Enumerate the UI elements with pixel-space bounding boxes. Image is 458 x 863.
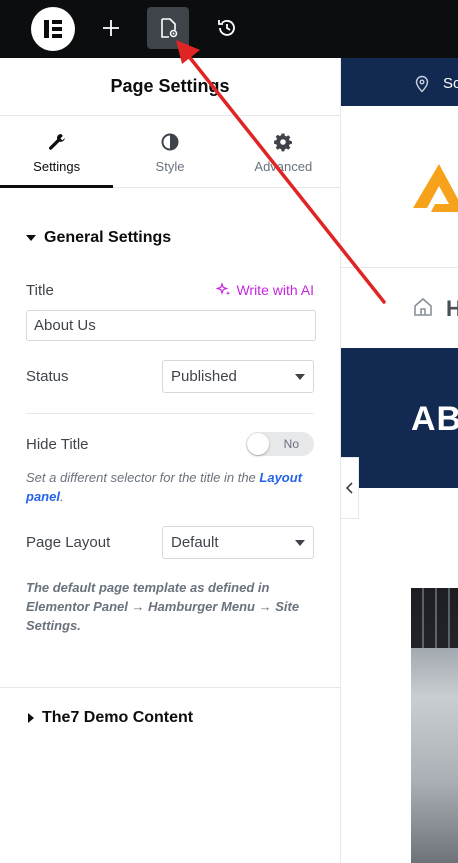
general-settings-toggle[interactable]: General Settings (0, 229, 197, 247)
caret-down-icon (26, 235, 36, 241)
title-label: Title (26, 281, 54, 299)
elementor-logo-icon[interactable] (31, 7, 75, 51)
half-circle-icon (161, 133, 179, 151)
chevron-down-icon (295, 539, 305, 546)
hide-title-toggle[interactable]: No (246, 432, 314, 456)
history-button[interactable] (206, 7, 248, 49)
hide-title-row: Hide Title No (26, 432, 314, 456)
keyboard-image-detail (411, 588, 458, 648)
preview-topbar-text: So (443, 75, 458, 92)
tab-advanced-label: Advanced (254, 159, 313, 174)
page-layout-select[interactable]: Default (162, 526, 314, 559)
preview-header-divider (341, 267, 458, 268)
page-layout-select-value: Default (171, 534, 219, 551)
hide-title-desc-text: Set a different selector for the title i… (26, 470, 260, 485)
plus-icon (103, 20, 119, 36)
tab-advanced[interactable]: Advanced (227, 116, 340, 187)
chevron-left-icon (345, 482, 353, 494)
breadcrumb-text: H (446, 296, 458, 321)
tab-style[interactable]: Style (113, 116, 226, 187)
page-layout-label: Page Layout (26, 534, 111, 551)
hide-title-desc-suffix: . (59, 489, 64, 504)
tab-settings[interactable]: Settings (0, 116, 114, 188)
page-settings-panel: Page Settings Settings Style Advanced Ge… (0, 58, 341, 863)
location-pin-icon (415, 75, 429, 93)
panel-tabs: Settings Style Advanced (0, 116, 340, 188)
status-select-value: Published (171, 368, 237, 385)
panel-title: Page Settings (110, 76, 230, 96)
hide-title-label: Hide Title (26, 435, 89, 453)
title-input-value: About Us (34, 317, 96, 334)
panel-header: Page Settings (0, 58, 340, 116)
toggle-knob (247, 433, 269, 455)
page-layout-row: Page Layout Default (26, 526, 314, 559)
preview-topbar: So (341, 58, 458, 106)
sparkle-icon (216, 282, 231, 296)
page-layout-description: The default page template as defined in … (26, 580, 300, 633)
divider (26, 413, 314, 414)
status-row: Status Published (26, 360, 314, 393)
tab-settings-label: Settings (33, 159, 81, 174)
editor-topbar (0, 0, 458, 58)
tab-style-label: Style (155, 159, 185, 174)
hide-title-toggle-text: No (283, 437, 299, 451)
home-icon (414, 297, 432, 316)
history-icon (218, 20, 235, 36)
collapse-panel-button[interactable] (341, 457, 359, 519)
write-with-ai-label: Write with AI (236, 282, 314, 298)
add-element-button[interactable] (90, 7, 132, 49)
chevron-down-icon (295, 373, 305, 380)
page-settings-icon (161, 18, 178, 38)
hide-title-description: Set a different selector for the title i… (26, 468, 316, 506)
status-select[interactable]: Published (162, 360, 314, 393)
wrench-icon (48, 133, 65, 150)
demo-content-title: The7 Demo Content (42, 709, 194, 726)
caret-right-icon (28, 713, 34, 723)
preview-page-heading: AB (411, 400, 458, 438)
demo-content-toggle[interactable]: The7 Demo Content (2, 709, 219, 727)
title-input[interactable]: About Us (26, 310, 316, 341)
section-divider (0, 687, 340, 688)
gear-icon (274, 133, 293, 152)
page-settings-button[interactable] (147, 7, 189, 49)
general-settings-title: General Settings (44, 229, 172, 246)
site-logo-icon (413, 164, 458, 212)
title-row: Title Write with AI (26, 280, 314, 300)
write-with-ai-link[interactable]: Write with AI (216, 282, 314, 298)
status-label: Status (26, 368, 69, 385)
